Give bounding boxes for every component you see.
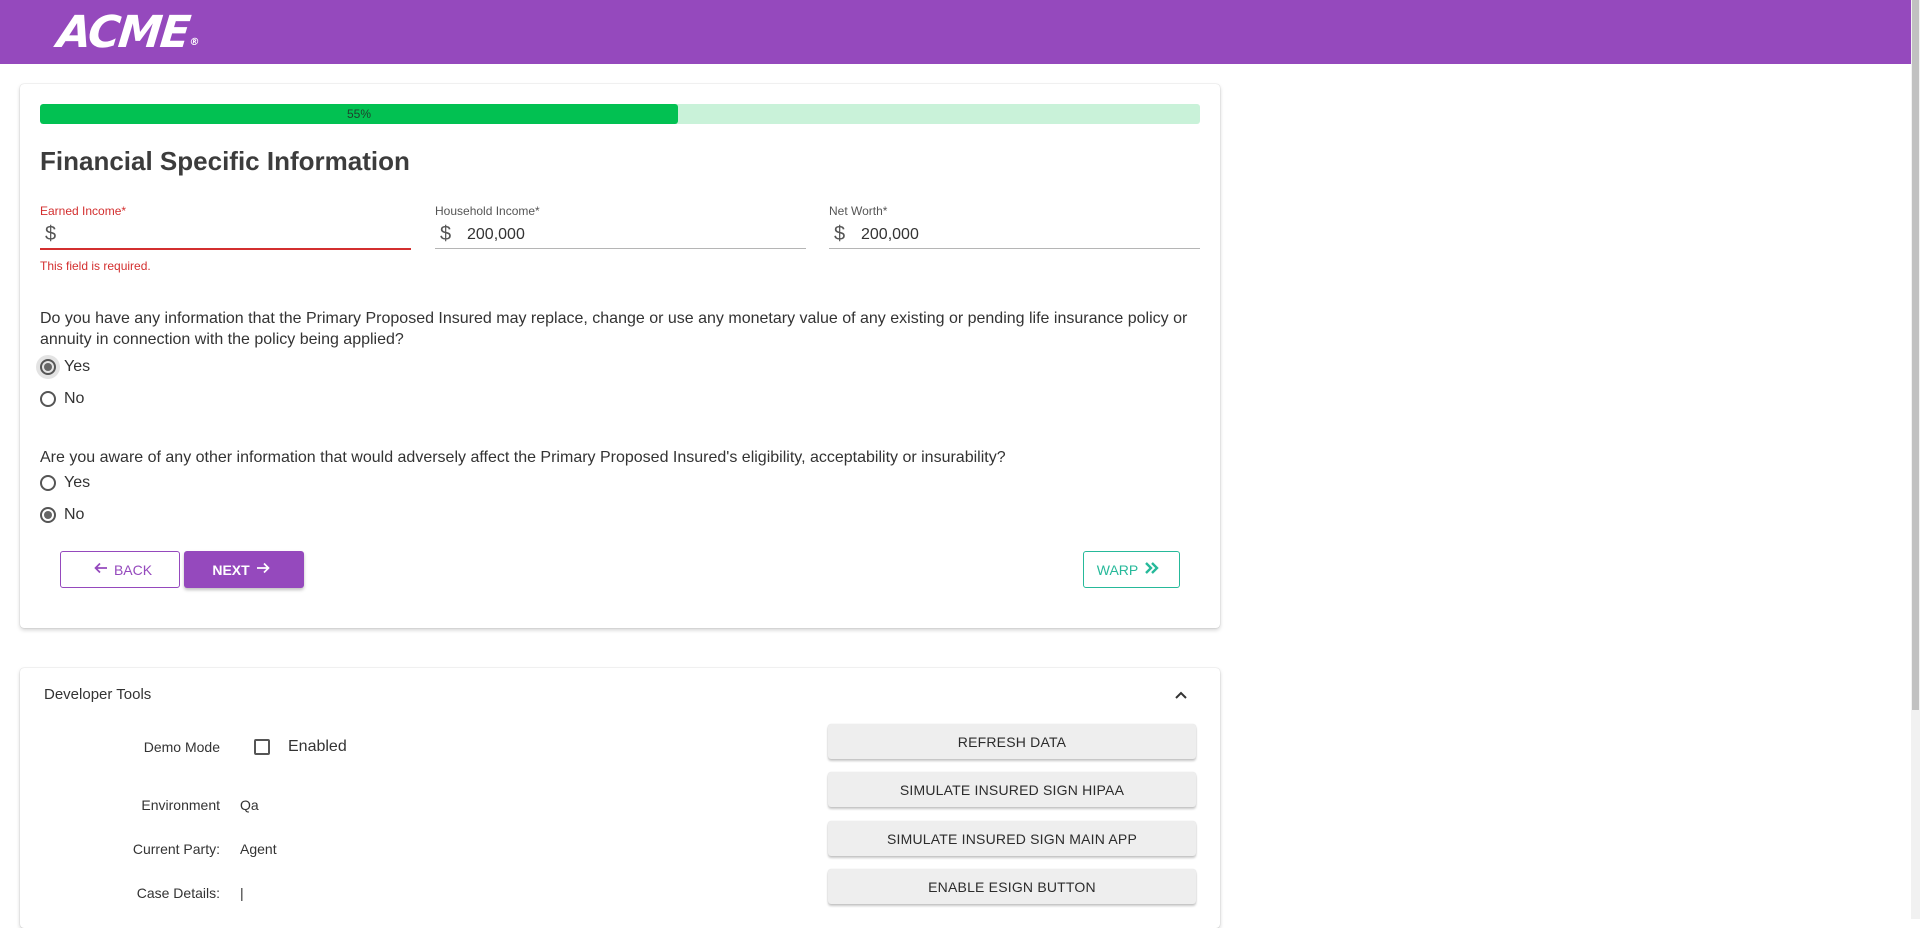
- environment-value: Qa: [240, 797, 259, 813]
- current-party-label: Current Party:: [132, 841, 220, 857]
- dollar-icon: $: [834, 223, 846, 245]
- simulate-insured-sign-hipaa-button[interactable]: Simulate Insured Sign HIPAA: [828, 772, 1196, 807]
- page-title: Financial Specific Information: [40, 146, 410, 176]
- arrow-left-icon: [94, 561, 108, 578]
- earned-income-error: This field is required.: [40, 259, 151, 273]
- refresh-data-button[interactable]: Refresh Data: [828, 724, 1196, 759]
- enable-esign-button[interactable]: Enable ESign Button: [828, 869, 1196, 904]
- progress-label: 55%: [346, 107, 372, 121]
- adverse-info-radio-no[interactable]: No: [40, 503, 84, 527]
- adverse-info-radio-yes[interactable]: Yes: [40, 471, 90, 495]
- developer-tools-title: Developer Tools: [44, 686, 152, 703]
- demo-mode-checkbox[interactable]: [254, 739, 270, 755]
- household-income-field[interactable]: Household Income* $ 200,000: [435, 204, 806, 254]
- replacement-radio-yes[interactable]: Yes: [36, 355, 90, 379]
- radio-button-icon[interactable]: [40, 391, 56, 407]
- household-income-input[interactable]: 200,000: [467, 226, 525, 244]
- household-income-label: Household Income*: [435, 204, 540, 218]
- dollar-icon: $: [45, 223, 57, 245]
- radio-button-icon[interactable]: [40, 359, 56, 375]
- progress-bar: 55%: [40, 104, 1200, 124]
- acme-logo[interactable]: ACME®: [54, 7, 203, 69]
- net-worth-label: Net Worth*: [829, 204, 888, 218]
- net-worth-field[interactable]: Net Worth* $ 200,000: [829, 204, 1200, 254]
- earned-income-label: Earned Income*: [40, 204, 127, 218]
- top-app-bar: ACME®: [0, 0, 1911, 64]
- replacement-radio-no[interactable]: No: [40, 387, 84, 411]
- demo-mode-label: Demo Mode: [143, 739, 220, 755]
- next-button[interactable]: Next: [184, 551, 304, 588]
- adverse-info-question: Are you aware of any other information t…: [40, 449, 1006, 466]
- arrow-right-icon: [256, 561, 270, 578]
- demo-mode-checkbox-label: Enabled: [288, 738, 347, 755]
- dollar-icon: $: [440, 223, 452, 245]
- case-details-value: |: [240, 885, 244, 901]
- field-underline: [435, 248, 806, 249]
- field-underline: [40, 248, 411, 250]
- financial-info-card: 55% Financial Specific Information Earne…: [20, 84, 1220, 628]
- field-underline: [829, 248, 1200, 249]
- chevron-up-icon[interactable]: [1173, 687, 1189, 703]
- environment-label: Environment: [141, 797, 220, 813]
- current-party-value: Agent: [240, 841, 277, 857]
- page-scrollbar-thumb[interactable]: [1912, 0, 1919, 710]
- radio-button-icon[interactable]: [40, 475, 56, 491]
- radio-button-icon[interactable]: [40, 507, 56, 523]
- replacement-question: Do you have any information that the Pri…: [40, 310, 1188, 348]
- developer-tools-panel: Developer Tools Demo Mode Enabled Enviro…: [20, 668, 1220, 928]
- simulate-insured-sign-main-app-button[interactable]: Simulate Insured Sign Main App: [828, 821, 1196, 856]
- case-details-label: Case Details:: [136, 885, 220, 901]
- earned-income-field[interactable]: Earned Income* $: [40, 204, 411, 254]
- net-worth-input[interactable]: 200,000: [861, 226, 919, 244]
- warp-button[interactable]: Warp: [1083, 551, 1180, 588]
- double-chevron-right-icon: [1144, 561, 1160, 578]
- back-button[interactable]: Back: [60, 551, 180, 588]
